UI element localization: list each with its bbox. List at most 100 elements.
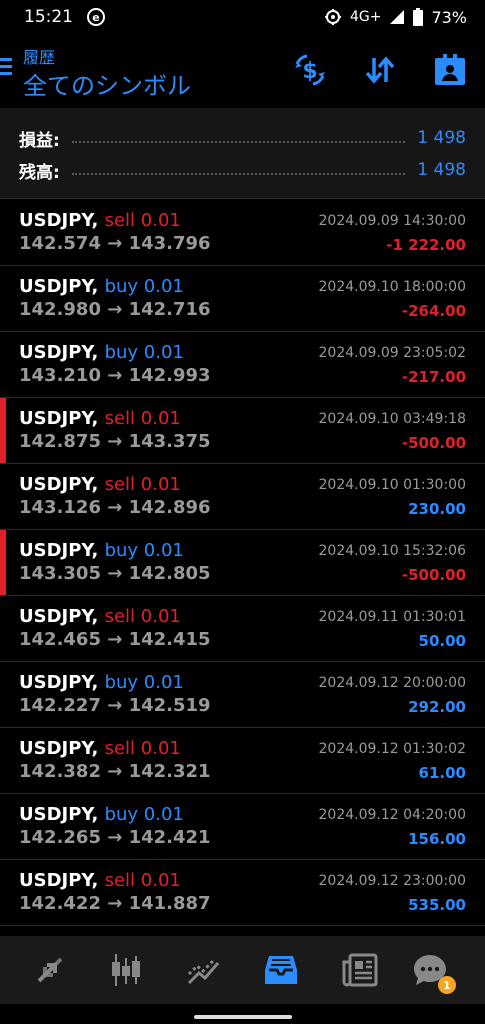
deal-marker — [0, 530, 6, 595]
deal-symbol: USDJPY, — [19, 540, 99, 561]
deal-type: sell 0.01 — [104, 210, 181, 231]
deal-profit: -264.00 — [401, 302, 466, 320]
chart-icon — [112, 954, 140, 986]
report-button[interactable] — [430, 50, 470, 90]
balance-label: 残高: — [19, 162, 60, 183]
deal-profit: -500.00 — [401, 566, 466, 584]
deal-title: USDJPY, buy 0.01 — [19, 540, 184, 561]
dotted-leader — [71, 173, 406, 175]
trade-icon — [187, 959, 220, 985]
deal-title: USDJPY, sell 0.01 — [19, 606, 181, 627]
deal-profit: 230.00 — [408, 500, 466, 518]
deal-time: 2024.09.12 20:00:00 — [318, 675, 467, 691]
deal-row[interactable]: USDJPY, buy 0.01 142.265 → 142.421 2024.… — [0, 794, 485, 860]
signal-icon — [390, 10, 405, 24]
deal-symbol: USDJPY, — [19, 672, 99, 693]
deal-type: sell 0.01 — [104, 606, 181, 627]
deal-time: 2024.09.09 23:05:02 — [318, 345, 467, 361]
deal-type: sell 0.01 — [104, 870, 181, 891]
deal-symbol: USDJPY, — [19, 474, 99, 495]
deal-prices: 142.382 → 142.321 — [19, 761, 211, 782]
dotted-leader — [71, 141, 406, 143]
battery-percent: 73% — [431, 7, 467, 27]
deal-time: 2024.09.12 01:30:02 — [318, 741, 467, 757]
deal-time: 2024.09.10 03:49:18 — [318, 411, 467, 427]
sort-button[interactable] — [360, 50, 400, 90]
deal-prices: 142.465 → 142.415 — [19, 629, 211, 650]
deal-symbol: USDJPY, — [19, 210, 99, 231]
nav-history[interactable] — [261, 950, 301, 990]
chat-badge: 1 — [438, 976, 456, 994]
deal-row[interactable]: USDJPY, buy 0.01 142.227 → 142.519 2024.… — [0, 662, 485, 728]
deal-type: buy 0.01 — [104, 672, 184, 693]
deal-time: 2024.09.12 04:20:00 — [318, 807, 467, 823]
deal-title: USDJPY, buy 0.01 — [19, 342, 184, 363]
deal-time: 2024.09.10 18:00:00 — [318, 279, 467, 295]
deal-row[interactable]: USDJPY, sell 0.01 143.126 → 142.896 2024… — [0, 464, 485, 530]
currency-exchange-icon: $ — [295, 54, 325, 86]
deal-time: 2024.09.12 23:00:00 — [318, 873, 467, 889]
deal-symbol: USDJPY, — [19, 276, 99, 297]
sort-icon — [365, 56, 395, 84]
deal-type: buy 0.01 — [104, 804, 184, 825]
deal-profit: -1 222.00 — [386, 236, 466, 254]
deal-profit: 50.00 — [418, 632, 466, 650]
svg-text:$: $ — [302, 59, 317, 84]
deal-symbol: USDJPY, — [19, 606, 99, 627]
deal-title: USDJPY, buy 0.01 — [19, 672, 184, 693]
deal-row[interactable]: USDJPY, sell 0.01 142.382 → 142.321 2024… — [0, 728, 485, 794]
profit-value: 1 498 — [417, 128, 466, 148]
nav-news[interactable] — [340, 950, 380, 990]
deal-row[interactable]: USDJPY, sell 0.01 142.422 → 141.887 2024… — [0, 860, 485, 926]
nav-chat[interactable]: 1 — [410, 950, 456, 994]
deal-time: 2024.09.11 01:30:01 — [318, 609, 467, 625]
deal-title: USDJPY, buy 0.01 — [19, 804, 184, 825]
nav-trade[interactable] — [184, 950, 224, 990]
deal-profit: -500.00 — [401, 434, 466, 452]
deal-title: USDJPY, sell 0.01 — [19, 738, 181, 759]
deal-profit: 535.00 — [408, 896, 466, 914]
deal-row[interactable]: USDJPY, sell 0.01 142.875 → 143.375 2024… — [0, 398, 485, 464]
history-icon — [265, 956, 297, 984]
deal-row[interactable]: USDJPY, buy 0.01 142.980 → 142.716 2024.… — [0, 266, 485, 332]
deal-row[interactable]: USDJPY, buy 0.01 143.210 → 142.993 2024.… — [0, 332, 485, 398]
deal-row[interactable]: USDJPY, sell 0.01 142.465 → 142.415 2024… — [0, 596, 485, 662]
deal-profit: 156.00 — [408, 830, 466, 848]
summary-row-profit: 損益: 1 498 — [19, 124, 466, 152]
deal-prices: 142.422 → 141.887 — [19, 893, 211, 914]
balance-value: 1 498 — [417, 160, 466, 180]
deals-list: USDJPY, sell 0.01 142.574 → 143.796 2024… — [0, 200, 485, 926]
nav-chart[interactable] — [106, 950, 146, 990]
deal-title: USDJPY, sell 0.01 — [19, 474, 181, 495]
deal-prices: 142.574 → 143.796 — [19, 233, 211, 254]
deal-row[interactable]: USDJPY, buy 0.01 143.305 → 142.805 2024.… — [0, 530, 485, 596]
nav-quotes[interactable] — [30, 950, 70, 990]
deal-title: USDJPY, sell 0.01 — [19, 870, 181, 891]
report-icon — [435, 54, 465, 85]
deal-prices: 142.980 → 142.716 — [19, 299, 211, 320]
symbol-filter-title[interactable]: 全てのシンボル — [23, 66, 191, 101]
deal-prices: 143.305 → 142.805 — [19, 563, 211, 584]
news-icon — [342, 953, 378, 987]
deal-symbol: USDJPY, — [19, 342, 99, 363]
home-indicator[interactable] — [194, 1015, 292, 1019]
deal-time: 2024.09.10 15:32:06 — [318, 543, 467, 559]
deal-row[interactable]: USDJPY, sell 0.01 142.574 → 143.796 2024… — [0, 200, 485, 266]
deal-time: 2024.09.09 14:30:00 — [318, 213, 467, 229]
deal-title: USDJPY, sell 0.01 — [19, 408, 181, 429]
bottom-nav: 1 — [0, 936, 485, 1004]
currency-exchange-button[interactable]: $ — [290, 50, 330, 90]
quotes-icon — [37, 957, 63, 983]
deal-symbol: USDJPY, — [19, 738, 99, 759]
deal-symbol: USDJPY, — [19, 804, 99, 825]
deal-profit: 292.00 — [408, 698, 466, 716]
deal-prices: 143.126 → 142.896 — [19, 497, 211, 518]
deal-prices: 142.875 → 143.375 — [19, 431, 211, 452]
menu-icon[interactable] — [0, 58, 12, 79]
battery-icon — [413, 8, 424, 26]
summary-row-balance: 残高: 1 498 — [19, 156, 466, 184]
deal-type: sell 0.01 — [104, 738, 181, 759]
deal-type: buy 0.01 — [104, 276, 184, 297]
deal-title: USDJPY, sell 0.01 — [19, 210, 181, 231]
summary-panel: 損益: 1 498 残高: 1 498 — [0, 108, 485, 199]
